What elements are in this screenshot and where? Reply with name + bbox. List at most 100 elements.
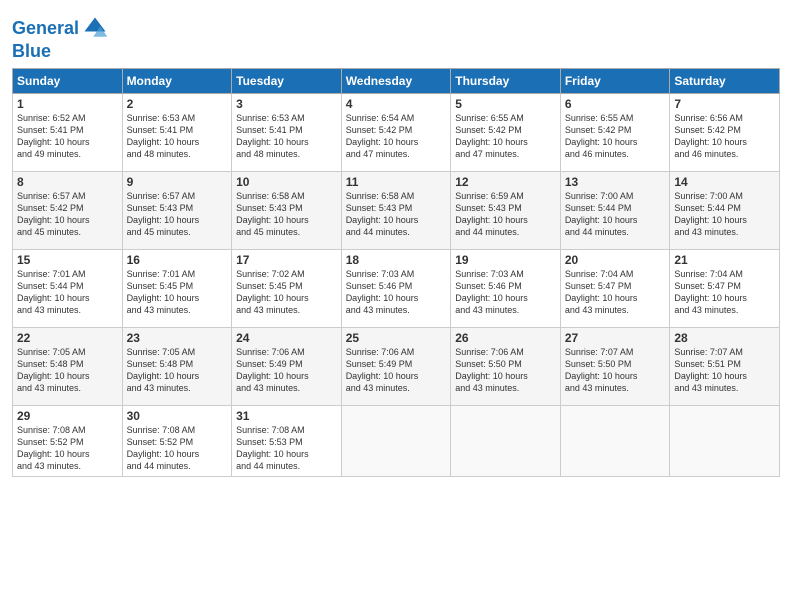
day-number: 21	[674, 253, 775, 267]
logo: General Blue	[12, 14, 109, 60]
day-number: 4	[346, 97, 447, 111]
calendar-cell: 24Sunrise: 7:06 AMSunset: 5:49 PMDayligh…	[232, 328, 342, 406]
day-detail: Sunrise: 6:55 AMSunset: 5:42 PMDaylight:…	[565, 112, 666, 161]
week-row-3: 15Sunrise: 7:01 AMSunset: 5:44 PMDayligh…	[13, 250, 780, 328]
calendar-cell: 28Sunrise: 7:07 AMSunset: 5:51 PMDayligh…	[670, 328, 780, 406]
day-number: 5	[455, 97, 556, 111]
day-detail: Sunrise: 6:58 AMSunset: 5:43 PMDaylight:…	[236, 190, 337, 239]
day-number: 28	[674, 331, 775, 345]
logo-icon	[81, 14, 109, 42]
day-number: 14	[674, 175, 775, 189]
calendar-cell: 31Sunrise: 7:08 AMSunset: 5:53 PMDayligh…	[232, 406, 342, 477]
day-detail: Sunrise: 7:03 AMSunset: 5:46 PMDaylight:…	[455, 268, 556, 317]
day-number: 6	[565, 97, 666, 111]
day-detail: Sunrise: 7:08 AMSunset: 5:52 PMDaylight:…	[17, 424, 118, 473]
calendar-cell: 13Sunrise: 7:00 AMSunset: 5:44 PMDayligh…	[560, 172, 670, 250]
calendar-cell: 17Sunrise: 7:02 AMSunset: 5:45 PMDayligh…	[232, 250, 342, 328]
day-detail: Sunrise: 6:52 AMSunset: 5:41 PMDaylight:…	[17, 112, 118, 161]
calendar-cell: 1Sunrise: 6:52 AMSunset: 5:41 PMDaylight…	[13, 94, 123, 172]
day-number: 7	[674, 97, 775, 111]
day-detail: Sunrise: 7:06 AMSunset: 5:50 PMDaylight:…	[455, 346, 556, 395]
day-detail: Sunrise: 7:08 AMSunset: 5:52 PMDaylight:…	[127, 424, 228, 473]
page-container: General Blue SundayMondayTuesdayWednesda…	[0, 0, 792, 485]
day-number: 24	[236, 331, 337, 345]
day-detail: Sunrise: 7:08 AMSunset: 5:53 PMDaylight:…	[236, 424, 337, 473]
day-number: 10	[236, 175, 337, 189]
day-number: 2	[127, 97, 228, 111]
calendar-cell: 25Sunrise: 7:06 AMSunset: 5:49 PMDayligh…	[341, 328, 451, 406]
calendar-cell	[560, 406, 670, 477]
day-number: 25	[346, 331, 447, 345]
day-detail: Sunrise: 7:03 AMSunset: 5:46 PMDaylight:…	[346, 268, 447, 317]
day-detail: Sunrise: 6:58 AMSunset: 5:43 PMDaylight:…	[346, 190, 447, 239]
day-detail: Sunrise: 7:07 AMSunset: 5:51 PMDaylight:…	[674, 346, 775, 395]
day-detail: Sunrise: 6:54 AMSunset: 5:42 PMDaylight:…	[346, 112, 447, 161]
day-number: 23	[127, 331, 228, 345]
calendar-cell: 7Sunrise: 6:56 AMSunset: 5:42 PMDaylight…	[670, 94, 780, 172]
day-detail: Sunrise: 7:06 AMSunset: 5:49 PMDaylight:…	[346, 346, 447, 395]
day-detail: Sunrise: 6:55 AMSunset: 5:42 PMDaylight:…	[455, 112, 556, 161]
calendar-cell: 3Sunrise: 6:53 AMSunset: 5:41 PMDaylight…	[232, 94, 342, 172]
week-row-4: 22Sunrise: 7:05 AMSunset: 5:48 PMDayligh…	[13, 328, 780, 406]
col-header-sunday: Sunday	[13, 69, 123, 94]
calendar-cell: 6Sunrise: 6:55 AMSunset: 5:42 PMDaylight…	[560, 94, 670, 172]
calendar-cell: 26Sunrise: 7:06 AMSunset: 5:50 PMDayligh…	[451, 328, 561, 406]
col-header-thursday: Thursday	[451, 69, 561, 94]
day-detail: Sunrise: 6:53 AMSunset: 5:41 PMDaylight:…	[236, 112, 337, 161]
calendar-header-row: SundayMondayTuesdayWednesdayThursdayFrid…	[13, 69, 780, 94]
day-number: 30	[127, 409, 228, 423]
calendar-cell: 9Sunrise: 6:57 AMSunset: 5:43 PMDaylight…	[122, 172, 232, 250]
calendar-cell: 2Sunrise: 6:53 AMSunset: 5:41 PMDaylight…	[122, 94, 232, 172]
calendar-cell	[341, 406, 451, 477]
day-detail: Sunrise: 6:59 AMSunset: 5:43 PMDaylight:…	[455, 190, 556, 239]
calendar-cell: 8Sunrise: 6:57 AMSunset: 5:42 PMDaylight…	[13, 172, 123, 250]
calendar-cell: 14Sunrise: 7:00 AMSunset: 5:44 PMDayligh…	[670, 172, 780, 250]
calendar-cell: 16Sunrise: 7:01 AMSunset: 5:45 PMDayligh…	[122, 250, 232, 328]
calendar-cell: 27Sunrise: 7:07 AMSunset: 5:50 PMDayligh…	[560, 328, 670, 406]
day-number: 17	[236, 253, 337, 267]
day-detail: Sunrise: 7:00 AMSunset: 5:44 PMDaylight:…	[674, 190, 775, 239]
day-number: 26	[455, 331, 556, 345]
calendar-cell: 11Sunrise: 6:58 AMSunset: 5:43 PMDayligh…	[341, 172, 451, 250]
logo-text: General	[12, 19, 79, 37]
day-number: 15	[17, 253, 118, 267]
col-header-saturday: Saturday	[670, 69, 780, 94]
calendar-cell	[451, 406, 561, 477]
logo-blue: Blue	[12, 42, 109, 60]
day-number: 19	[455, 253, 556, 267]
day-number: 31	[236, 409, 337, 423]
day-detail: Sunrise: 7:04 AMSunset: 5:47 PMDaylight:…	[565, 268, 666, 317]
day-detail: Sunrise: 7:00 AMSunset: 5:44 PMDaylight:…	[565, 190, 666, 239]
calendar-table: SundayMondayTuesdayWednesdayThursdayFrid…	[12, 68, 780, 477]
calendar-cell: 18Sunrise: 7:03 AMSunset: 5:46 PMDayligh…	[341, 250, 451, 328]
week-row-5: 29Sunrise: 7:08 AMSunset: 5:52 PMDayligh…	[13, 406, 780, 477]
calendar-cell: 5Sunrise: 6:55 AMSunset: 5:42 PMDaylight…	[451, 94, 561, 172]
day-detail: Sunrise: 6:57 AMSunset: 5:42 PMDaylight:…	[17, 190, 118, 239]
calendar-cell: 23Sunrise: 7:05 AMSunset: 5:48 PMDayligh…	[122, 328, 232, 406]
day-number: 13	[565, 175, 666, 189]
day-number: 12	[455, 175, 556, 189]
day-detail: Sunrise: 6:53 AMSunset: 5:41 PMDaylight:…	[127, 112, 228, 161]
day-number: 20	[565, 253, 666, 267]
calendar-cell: 22Sunrise: 7:05 AMSunset: 5:48 PMDayligh…	[13, 328, 123, 406]
calendar-cell: 20Sunrise: 7:04 AMSunset: 5:47 PMDayligh…	[560, 250, 670, 328]
day-number: 8	[17, 175, 118, 189]
day-detail: Sunrise: 7:07 AMSunset: 5:50 PMDaylight:…	[565, 346, 666, 395]
calendar-cell: 10Sunrise: 6:58 AMSunset: 5:43 PMDayligh…	[232, 172, 342, 250]
calendar-cell: 4Sunrise: 6:54 AMSunset: 5:42 PMDaylight…	[341, 94, 451, 172]
day-number: 18	[346, 253, 447, 267]
day-detail: Sunrise: 6:56 AMSunset: 5:42 PMDaylight:…	[674, 112, 775, 161]
day-number: 11	[346, 175, 447, 189]
col-header-friday: Friday	[560, 69, 670, 94]
day-number: 27	[565, 331, 666, 345]
day-number: 3	[236, 97, 337, 111]
day-detail: Sunrise: 7:01 AMSunset: 5:44 PMDaylight:…	[17, 268, 118, 317]
col-header-monday: Monday	[122, 69, 232, 94]
day-detail: Sunrise: 7:05 AMSunset: 5:48 PMDaylight:…	[127, 346, 228, 395]
day-number: 1	[17, 97, 118, 111]
col-header-tuesday: Tuesday	[232, 69, 342, 94]
calendar-cell: 30Sunrise: 7:08 AMSunset: 5:52 PMDayligh…	[122, 406, 232, 477]
day-detail: Sunrise: 7:05 AMSunset: 5:48 PMDaylight:…	[17, 346, 118, 395]
calendar-cell: 19Sunrise: 7:03 AMSunset: 5:46 PMDayligh…	[451, 250, 561, 328]
calendar-cell: 21Sunrise: 7:04 AMSunset: 5:47 PMDayligh…	[670, 250, 780, 328]
